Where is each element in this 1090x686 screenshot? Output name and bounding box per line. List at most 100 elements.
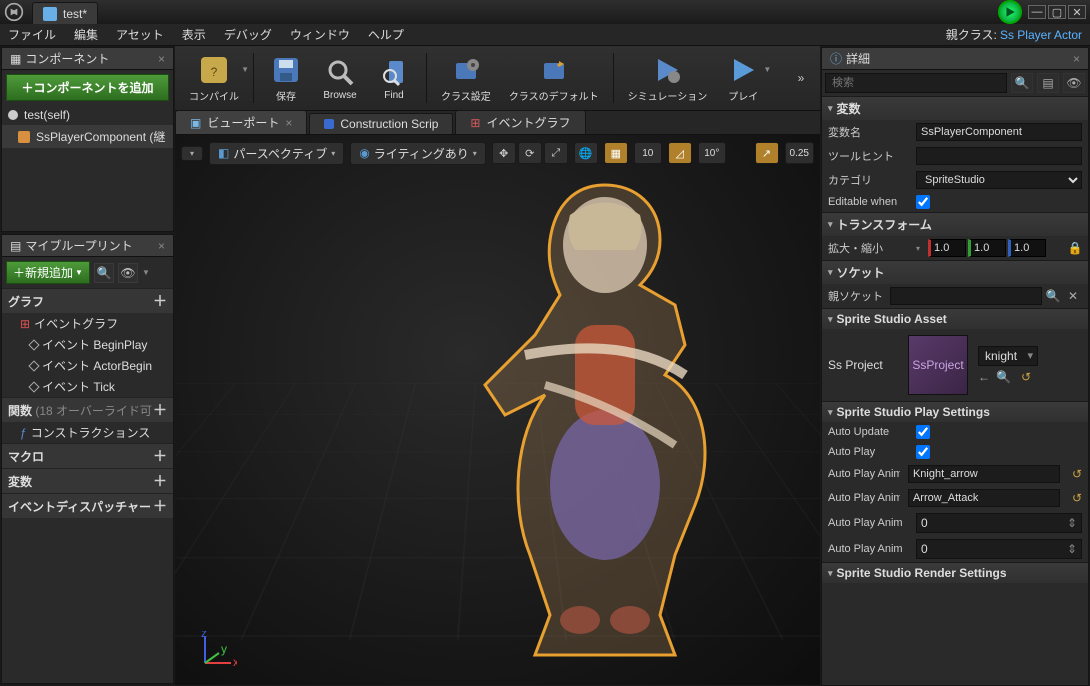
search-button[interactable]: 🔍 [94,263,114,283]
scale-snap-value[interactable]: 0.25 [785,142,814,164]
section-variables[interactable]: 変数 [822,97,1088,120]
minimize-button[interactable]: — [1028,5,1046,19]
perspective-button[interactable]: ◧パースペクティブ▾ [209,142,344,165]
auto-anim-pack-input[interactable] [908,465,1060,483]
construction-script-item[interactable]: ƒコンストラクションス [2,422,173,443]
play-button[interactable]: ▼ プレイ [717,51,769,105]
close-icon[interactable]: × [158,52,165,66]
auto-anim-name-input[interactable] [908,489,1060,507]
spinner-icon[interactable]: ⇕ [1067,516,1077,530]
section-ssasset[interactable]: Sprite Studio Asset [822,309,1088,329]
close-icon[interactable]: × [158,239,165,253]
add-icon[interactable]: ＋ [153,496,167,516]
lock-icon[interactable]: 🔒 [1068,241,1082,255]
asset-thumbnail[interactable]: SsProject [908,335,968,395]
grid-snap-value[interactable]: 10 [634,142,662,164]
spinner-icon[interactable]: ⇕ [1067,542,1077,556]
auto-anim-frame-input[interactable]: 0⇕ [916,513,1082,533]
category-select[interactable]: SpriteStudio [916,171,1082,189]
section-render-settings[interactable]: Sprite Studio Render Settings [822,563,1088,583]
add-icon[interactable]: ＋ [153,400,167,420]
auto-update-checkbox[interactable] [916,425,930,439]
parent-class-link[interactable]: Ss Player Actor [1000,28,1082,42]
event-item[interactable]: イベント BeginPlay [2,334,173,355]
menu-debug[interactable]: デバッグ [224,26,272,43]
details-tab[interactable]: ⓘ 詳細 × [822,48,1088,70]
asset-picker[interactable]: knight [978,346,1038,366]
scale-z-input[interactable] [1008,239,1046,257]
simulate-button[interactable]: シミュレーション [620,51,716,105]
save-button[interactable]: 保存 [260,51,312,105]
auto-play-checkbox[interactable] [916,445,930,459]
add-component-button[interactable]: ＋コンポーネントを追加 [6,74,169,101]
close-button[interactable]: ✕ [1068,5,1086,19]
marketplace-icon[interactable] [998,0,1022,24]
add-icon[interactable]: ＋ [153,471,167,491]
add-icon[interactable]: ＋ [153,446,167,466]
document-tab[interactable]: test* [32,2,98,24]
use-selected-icon[interactable]: ← [978,370,990,384]
close-icon[interactable]: × [285,116,292,130]
reset-icon[interactable]: ↺ [1072,467,1082,481]
tab-eventgraph[interactable]: ⊞イベントグラフ [455,110,585,134]
section-socket[interactable]: ソケット [822,261,1088,284]
angle-snap-value[interactable]: 10° [698,142,726,164]
coordinate-toggle[interactable]: 🌐 [574,142,598,164]
lit-mode-button[interactable]: ◉ライティングあり▾ [350,142,486,165]
menu-file[interactable]: ファイル [8,26,56,43]
dispatchers-section[interactable]: イベントディスパッチャー＋ [2,493,173,518]
clear-icon[interactable]: ✕ [1064,287,1082,305]
reset-icon[interactable]: ↺ [1021,370,1031,384]
event-item[interactable]: イベント Tick [2,376,173,397]
event-item[interactable]: イベント ActorBegin [2,355,173,376]
details-search-input[interactable] [825,73,1007,93]
add-new-button[interactable]: ＋新規追加▼ [6,261,90,284]
scale-snap-toggle[interactable]: ↗ [755,142,779,164]
menu-help[interactable]: ヘルプ [368,26,404,43]
variables-section[interactable]: 変数＋ [2,468,173,493]
search-icon[interactable]: 🔍 [1011,73,1033,93]
find-button[interactable]: Find [368,53,420,103]
rotate-tool-button[interactable]: ⟳ [518,142,542,164]
tab-viewport[interactable]: ▣ビューポート× [175,110,307,134]
component-ssplayer[interactable]: SsPlayerComponent (継 [2,125,173,148]
matrix-view-button[interactable]: ▤ [1037,73,1059,93]
maximize-button[interactable]: ▢ [1048,5,1066,19]
view-options-button[interactable]: 👁 [118,263,138,283]
eventgraph-item[interactable]: ⊞イベントグラフ [2,313,173,334]
reset-icon[interactable]: ↺ [1072,491,1082,505]
menu-edit[interactable]: 編集 [74,26,98,43]
macros-section[interactable]: マクロ＋ [2,443,173,468]
browse-button[interactable]: Browse [314,53,366,103]
grid-snap-toggle[interactable]: ▦ [604,142,628,164]
class-settings-button[interactable]: クラス設定 [433,51,499,105]
components-tab[interactable]: ▦ コンポーネント × [2,48,173,70]
menu-view[interactable]: 表示 [182,26,206,43]
section-transform[interactable]: トランスフォーム [822,213,1088,236]
graph-section[interactable]: グラフ＋ [2,288,173,313]
menu-asset[interactable]: アセット [116,26,164,43]
tooltip-input[interactable] [916,147,1082,165]
parent-socket-input[interactable] [890,287,1042,305]
view-options-button[interactable]: 👁 [1063,73,1085,93]
scale-x-input[interactable] [928,239,966,257]
variable-name-input[interactable] [916,123,1082,141]
viewport-options-button[interactable]: ▾ [181,146,203,161]
scale-tool-button[interactable]: ⤢ [544,142,568,164]
close-icon[interactable]: × [1073,52,1080,66]
browse-asset-icon[interactable]: 🔍 [996,370,1011,384]
class-defaults-button[interactable]: クラスのデフォルト [501,51,607,105]
functions-section[interactable]: 関数 (18 オーバーライド可＋ [2,397,173,422]
angle-snap-toggle[interactable]: ◿ [668,142,692,164]
editable-checkbox[interactable] [916,195,930,209]
compile-button[interactable]: ? ▼ コンパイル [181,51,247,105]
scale-y-input[interactable] [968,239,1006,257]
toolbar-overflow-button[interactable]: » [788,65,814,91]
search-icon[interactable]: 🔍 [1044,287,1062,305]
myblueprint-tab[interactable]: ▤ マイブループリント × [2,235,173,257]
add-icon[interactable]: ＋ [153,291,167,311]
tab-construction[interactable]: Construction Scrip [309,113,453,134]
viewport[interactable]: x z y ▾ ◧パースペクティブ▾ ◉ライティングあり▾ ✥ ⟳ ⤢ 🌐 ▦ … [175,135,820,685]
move-tool-button[interactable]: ✥ [492,142,516,164]
auto-anim-loop-input[interactable]: 0⇕ [916,539,1082,559]
